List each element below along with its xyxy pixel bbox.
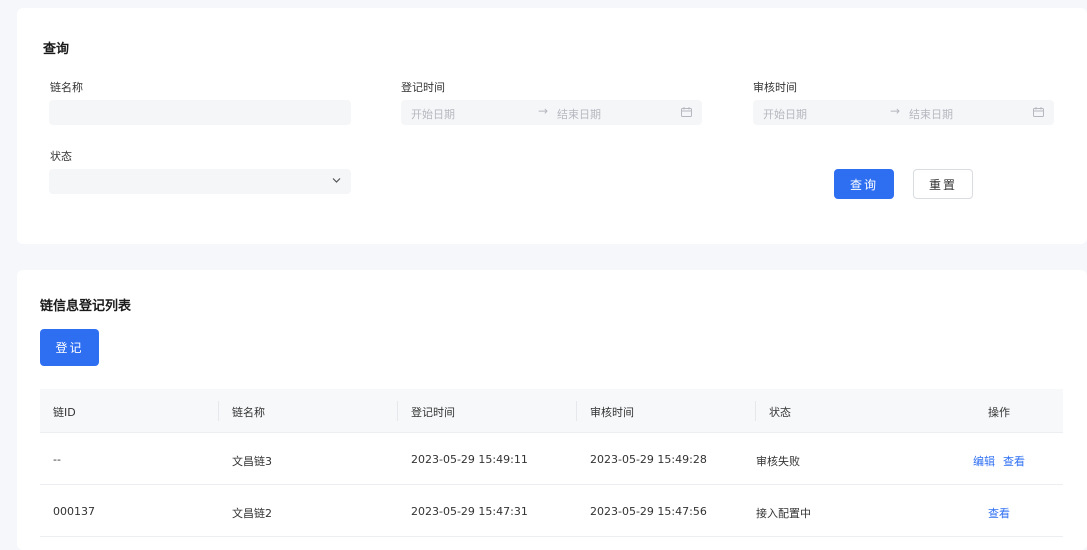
audit-start-date[interactable]: 开始日期 <box>763 106 807 122</box>
arrow-right-icon: → <box>890 104 901 118</box>
arrow-right-icon: → <box>538 104 549 118</box>
register-end-date[interactable]: 结束日期 <box>557 106 601 122</box>
register-start-date[interactable]: 开始日期 <box>411 106 455 122</box>
column-header: 链ID <box>53 406 76 419</box>
column-divider <box>397 401 398 421</box>
column-divider <box>576 401 577 421</box>
column-header: 登记时间 <box>411 406 455 419</box>
cell-chain-name: 文昌链3 <box>232 455 272 468</box>
cell-audit-time: 2023-05-29 15:47:56 <box>590 505 707 518</box>
cell-chain-name: 文昌链2 <box>232 507 272 520</box>
audit-time-range[interactable]: 开始日期 → 结束日期 <box>753 100 1054 125</box>
chain-name-label: 链名称 <box>50 81 83 94</box>
query-title: 查询 <box>43 42 70 57</box>
register-time-label: 登记时间 <box>401 81 445 94</box>
calendar-icon[interactable] <box>1033 107 1044 117</box>
view-link[interactable]: 查看 <box>1003 453 1025 469</box>
chain-table: 链ID 链名称 登记时间 审核时间 状态 操作 -- 文昌链3 2023-05-… <box>40 389 1063 537</box>
chain-name-input[interactable] <box>49 100 351 125</box>
table-header: 链ID 链名称 登记时间 审核时间 状态 操作 <box>40 389 1063 433</box>
status-select[interactable] <box>49 169 351 194</box>
reset-button[interactable]: 重置 <box>913 169 973 199</box>
cell-status: 接入配置中 <box>756 507 811 520</box>
view-link[interactable]: 查看 <box>988 505 1010 521</box>
column-header: 操作 <box>988 406 1010 419</box>
register-button[interactable]: 登记 <box>40 329 99 366</box>
register-time-range[interactable]: 开始日期 → 结束日期 <box>401 100 702 125</box>
edit-link[interactable]: 编辑 <box>973 453 995 469</box>
cell-chain-id: -- <box>53 453 61 466</box>
cell-audit-time: 2023-05-29 15:49:28 <box>590 453 707 466</box>
table-row: 000137 文昌链2 2023-05-29 15:47:31 2023-05-… <box>40 485 1063 537</box>
column-header: 状态 <box>769 406 791 419</box>
chevron-down-icon <box>332 178 341 183</box>
column-divider <box>218 401 219 421</box>
column-header: 审核时间 <box>590 406 634 419</box>
cell-status: 审核失败 <box>756 455 800 468</box>
list-title: 链信息登记列表 <box>40 299 132 314</box>
table-row: -- 文昌链3 2023-05-29 15:49:11 2023-05-29 1… <box>40 433 1063 485</box>
calendar-icon[interactable] <box>681 107 692 117</box>
status-label: 状态 <box>50 150 72 163</box>
cell-chain-id: 000137 <box>53 505 95 518</box>
list-panel: 链信息登记列表 登记 链ID 链名称 登记时间 审核时间 状态 操作 -- 文昌… <box>17 270 1087 550</box>
column-divider <box>755 401 756 421</box>
query-panel: 查询 链名称 登记时间 开始日期 → 结束日期 审核时间 开始日期 → 结束日期… <box>17 8 1087 244</box>
cell-register-time: 2023-05-29 15:47:31 <box>411 505 528 518</box>
cell-register-time: 2023-05-29 15:49:11 <box>411 453 528 466</box>
audit-end-date[interactable]: 结束日期 <box>909 106 953 122</box>
audit-time-label: 审核时间 <box>753 81 797 94</box>
search-button[interactable]: 查询 <box>834 169 894 199</box>
column-header: 链名称 <box>232 406 265 419</box>
